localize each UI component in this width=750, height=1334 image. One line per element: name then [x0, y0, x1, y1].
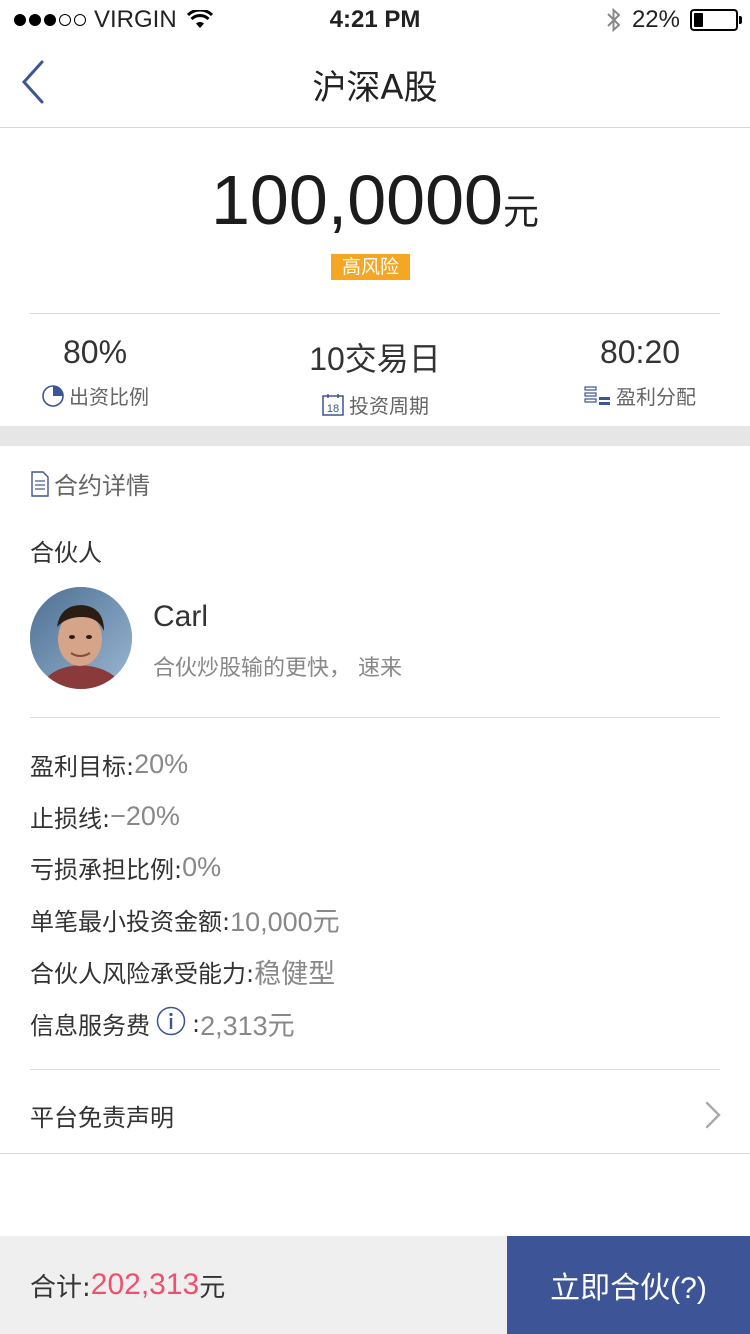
battery-percent: 22% [631, 6, 680, 33]
detail-label: 盈利目标: [30, 753, 135, 781]
calendar-icon-text: 18 [327, 403, 339, 415]
detail-service-fee: 信息服务费 : 2,313元 [30, 1004, 295, 1043]
detail-value: 稳健型 [254, 959, 336, 989]
stack-icon [584, 385, 610, 405]
section-separator [0, 426, 750, 446]
bluetooth-icon [607, 7, 621, 33]
detail-stop-loss: 止损线: −20% [30, 799, 180, 834]
detail-value: 2,313元 [200, 1011, 295, 1041]
detail-label: 单笔最小投资金额: [30, 908, 231, 936]
section-title: 合约详情 [54, 472, 150, 500]
detail-risk-tolerance: 合伙人风险承受能力: 稳健型 [30, 952, 335, 991]
bottom-bar: 合计: 202,313 元 立即合伙(?) [0, 1236, 750, 1334]
page-title: 沪深A股 [312, 68, 438, 108]
stat-value: 10交易日 [309, 341, 441, 377]
partner-now-button[interactable]: 立即合伙(?) [507, 1236, 750, 1334]
total-unit: 元 [199, 1272, 226, 1303]
partner-label: 合伙人 [30, 539, 102, 567]
nav-bar: 沪深A股 [0, 40, 750, 128]
total-label: 合计: [30, 1272, 91, 1303]
stat-profit-split: 80:20 盈利分配 [570, 334, 710, 410]
disclaimer-label: 平台免责声明 [30, 1104, 174, 1132]
stat-label: 盈利分配 [616, 385, 696, 409]
detail-label: 信息服务费 [30, 1012, 150, 1040]
detail-value: 20% [134, 749, 189, 779]
amount-value: 100,0000 [211, 161, 503, 239]
stat-label: 出资比例 [69, 385, 149, 409]
detail-value: −20% [110, 801, 180, 831]
detail-min-investment: 单笔最小投资金额: 10,000元 [30, 900, 340, 939]
status-right: 22% [606, 6, 742, 34]
battery-icon [690, 9, 742, 31]
amount-unit: 元 [502, 192, 539, 233]
partner-quote: 合伙炒股输的更快， 速来 [153, 656, 402, 681]
calendar-icon: 18 [322, 393, 344, 416]
stat-label-row: 18 投资周期 [290, 390, 460, 419]
stat-investment-period: 10交易日 18 投资周期 [290, 334, 460, 419]
total-value: 202,313 [90, 1268, 200, 1301]
divider [30, 717, 720, 718]
disclaimer-row[interactable]: 平台免责声明 [0, 1076, 750, 1152]
detail-loss-ratio: 亏损承担比例: 0% [30, 850, 221, 885]
info-icon[interactable] [156, 1006, 186, 1042]
pie-chart-icon [42, 384, 64, 407]
status-bar: VIRGIN 4:21 PM 22% [0, 0, 750, 40]
divider [30, 313, 720, 314]
amount-summary: 100,0000元 [0, 160, 750, 240]
divider [30, 1069, 720, 1070]
stat-value: 80:20 [599, 334, 681, 370]
detail-separator: : [192, 1009, 201, 1038]
detail-value: 10,000元 [230, 907, 340, 937]
detail-label: 亏损承担比例: [30, 856, 183, 884]
stat-label-row: 出资比例 [30, 381, 160, 410]
partner-name: Carl [153, 600, 209, 633]
stat-investment-ratio: 80% 出资比例 [30, 334, 160, 410]
stat-label-row: 盈利分配 [570, 381, 710, 410]
detail-label: 合伙人风险承受能力: [30, 960, 255, 988]
detail-label: 止损线: [30, 805, 111, 833]
avatar[interactable] [30, 587, 132, 689]
avatar-image [30, 587, 132, 689]
stat-value: 80% [62, 334, 128, 370]
divider [0, 1153, 750, 1154]
stat-label: 投资周期 [349, 394, 429, 418]
contract-section-header: 合约详情 [30, 466, 150, 501]
chevron-right-icon [705, 1101, 721, 1129]
detail-profit-target: 盈利目标: 20% [30, 747, 188, 782]
document-icon [31, 470, 49, 497]
total-summary: 合计: 202,313 元 [0, 1236, 507, 1334]
risk-badge: 高风险 [331, 254, 410, 280]
detail-value: 0% [182, 852, 222, 882]
